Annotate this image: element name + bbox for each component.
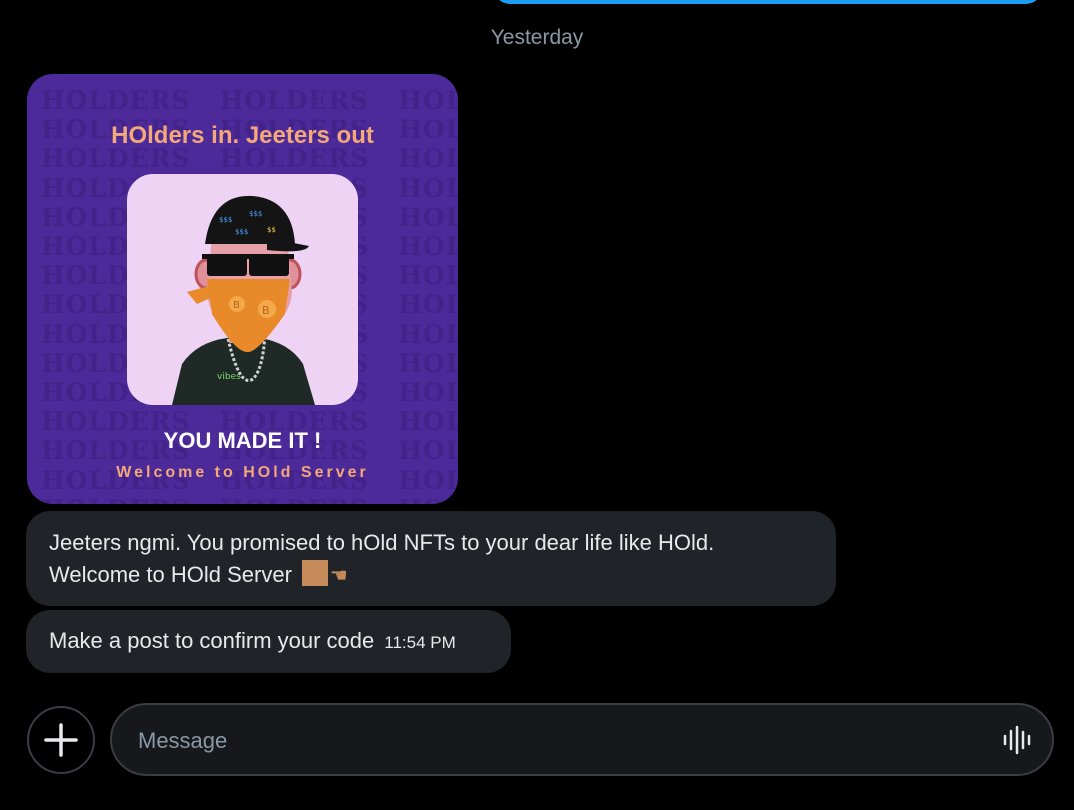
svg-text:$$: $$ xyxy=(267,226,276,234)
image-message[interactable]: HOLDERS HOLDERS HOLDERS HOLDERS HOLDERS … xyxy=(27,74,458,504)
message-bubble[interactable]: Make a post to confirm your code 11:54 PM xyxy=(26,610,511,673)
skin-tone-emoji-icon xyxy=(301,560,328,586)
message-text: Make a post to confirm your code xyxy=(49,628,375,653)
message-text-line-2: Welcome to HOld Server ☚ xyxy=(49,559,813,592)
date-separator: Yesterday xyxy=(490,26,584,49)
pointing-hand-emoji-icon: ☚ xyxy=(329,565,348,587)
svg-text:$$$: $$$ xyxy=(249,210,262,218)
message-input[interactable] xyxy=(136,719,980,763)
card-headline: HOlders in. Jeeters out xyxy=(111,122,374,149)
message-composer[interactable] xyxy=(110,703,1054,776)
svg-text:$$$: $$$ xyxy=(219,216,232,224)
card-title: YOU MADE IT ! xyxy=(163,428,322,453)
message-text-line-1: Jeeters ngmi. You promised to hOld NFTs … xyxy=(49,530,715,555)
svg-text:B: B xyxy=(233,300,240,311)
dm-conversation: Yesterday HOLDERS HOLDERS HOLDERS HOLDER… xyxy=(0,0,1074,810)
sent-message-bubble-edge[interactable] xyxy=(494,0,1042,4)
card-subtitle: Welcome to HOld Server xyxy=(116,464,369,481)
svg-text:B: B xyxy=(262,304,270,317)
nft-character-art: vibes B B $$$ $$$ $$$ $$ xyxy=(172,195,315,405)
add-attachment-button[interactable] xyxy=(27,706,95,774)
svg-text:$$$: $$$ xyxy=(235,228,248,236)
waveform-icon xyxy=(1003,725,1031,755)
nft-avatar-illustration: vibes B B $$$ $$$ $$$ $$ xyxy=(127,174,358,405)
message-bubble[interactable]: Jeeters ngmi. You promised to hOld NFTs … xyxy=(26,511,836,606)
svg-text:vibes: vibes xyxy=(217,372,241,382)
voice-message-button[interactable] xyxy=(1002,725,1032,755)
message-timestamp: 11:54 PM xyxy=(384,633,456,652)
plus-icon xyxy=(44,723,78,757)
message-text-line-2-text: Welcome to HOld Server xyxy=(49,562,292,587)
